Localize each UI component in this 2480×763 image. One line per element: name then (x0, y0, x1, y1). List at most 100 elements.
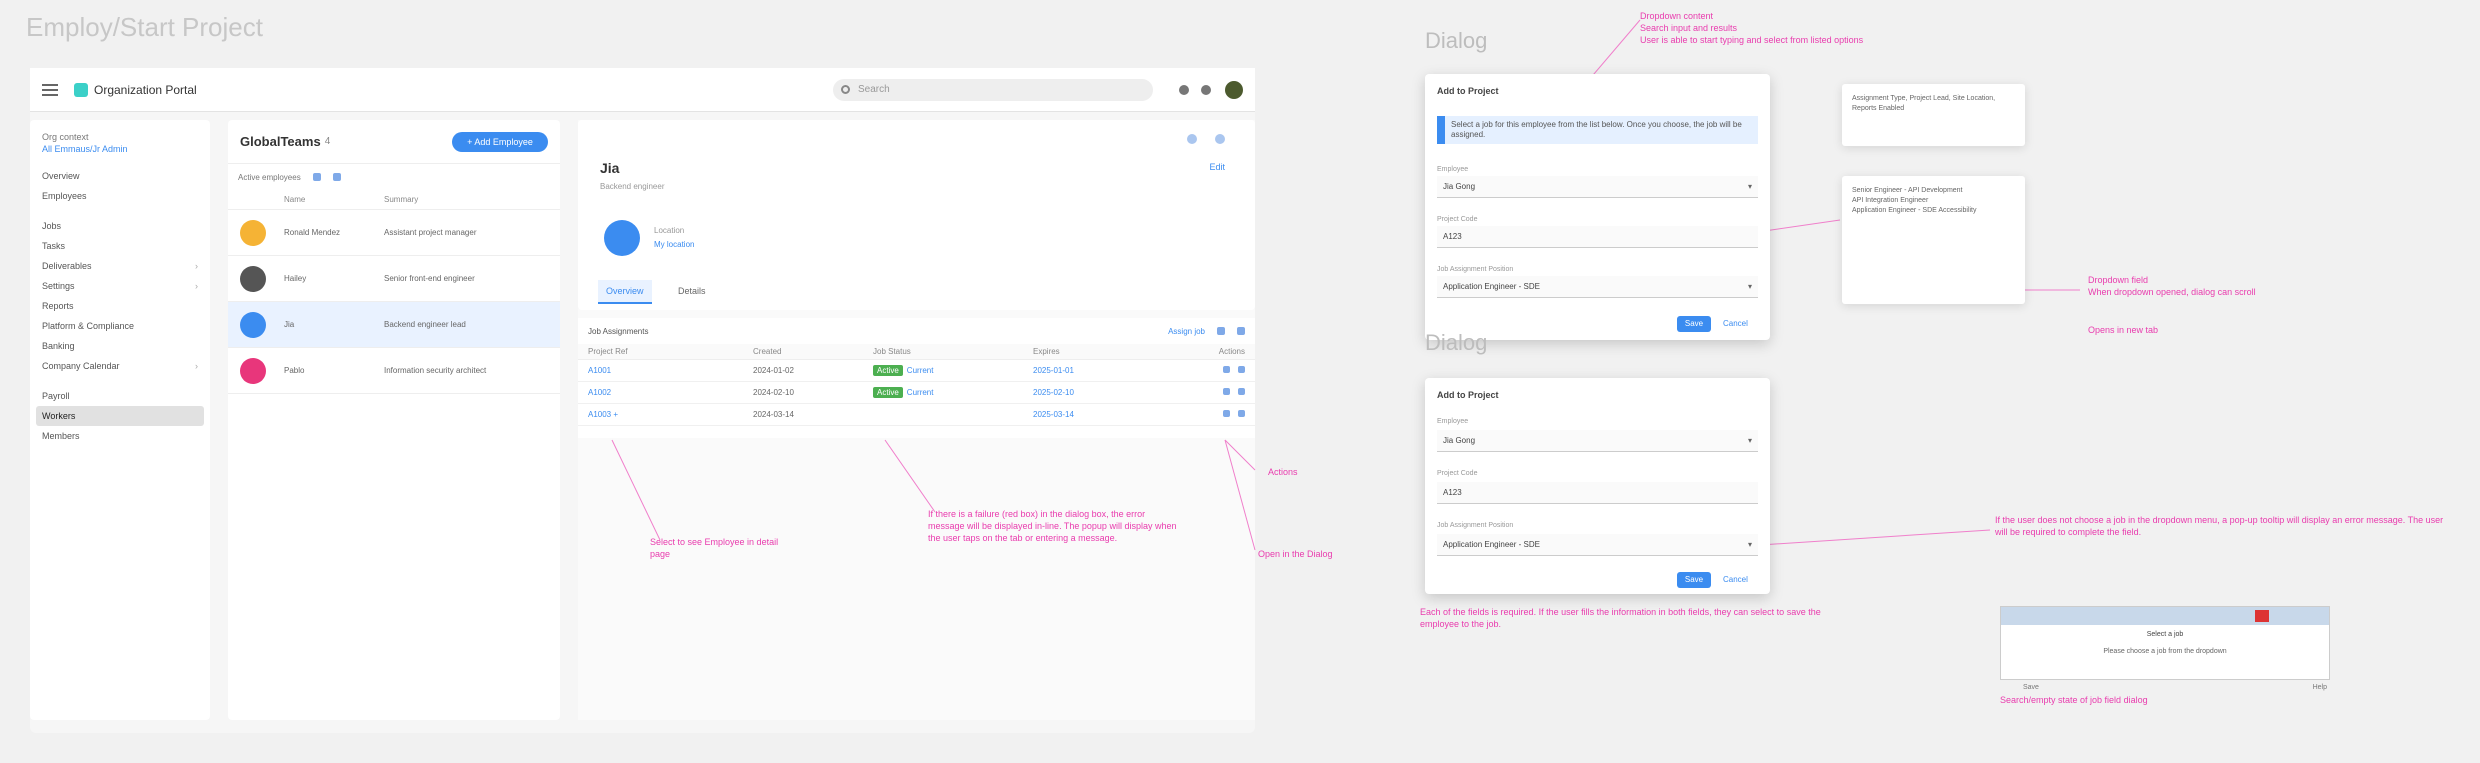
expires-cell[interactable]: 2025-02-10 (1033, 388, 1208, 397)
edit-icon[interactable] (1187, 134, 1197, 144)
field-label: Project Code (1437, 216, 1478, 223)
project-code-field[interactable]: A123 (1437, 482, 1758, 504)
project-ref-link[interactable]: A1003 + (588, 410, 753, 419)
grid-columns: Project Ref Created Job Status Expires A… (578, 344, 1255, 360)
list-item[interactable]: Pablo Information security architect (228, 348, 560, 394)
nav-context-link[interactable]: All Emmaus/Jr Admin (36, 144, 204, 166)
project-ref-link[interactable]: A1001 (588, 366, 753, 375)
edit-icon[interactable] (1223, 410, 1230, 417)
help-icon[interactable] (1201, 84, 1211, 95)
more-icon[interactable] (1215, 134, 1225, 144)
table-row[interactable]: A1001 2024-01-02 Active Current 2025-01-0… (578, 360, 1255, 382)
detail-header-card: Jia Backend engineer Edit Location My lo… (578, 120, 1255, 310)
nav-item[interactable]: Company Calendar › (36, 356, 204, 376)
nav-item[interactable]: Members (36, 426, 204, 446)
nav-item[interactable]: Jobs (36, 216, 204, 236)
delete-icon[interactable] (1238, 366, 1245, 373)
employee-summary: Backend engineer lead (384, 320, 466, 329)
annotation-note: Dropdown field When dropdown opened, dia… (2088, 275, 2256, 297)
employee-detail: Jia Backend engineer Edit Location My lo… (578, 120, 1255, 720)
table-row[interactable]: A1002 2024-02-10 Active Current 2025-02-1… (578, 382, 1255, 404)
project-code-field[interactable]: A123 (1437, 226, 1758, 248)
list-item-selected[interactable]: Jia Backend engineer lead (228, 302, 560, 348)
list-item[interactable]: Ronald Mendez Assistant project manager (228, 210, 560, 256)
settings-icon[interactable] (1237, 327, 1245, 335)
column-header: Expires (1033, 347, 1060, 356)
nav-item[interactable]: Platform & Compliance (36, 316, 204, 336)
dropdown-options[interactable]: Senior Engineer - API Development API In… (1842, 176, 2025, 304)
edit-link[interactable]: Edit (1209, 162, 1225, 172)
column-header: Project Ref (588, 347, 628, 356)
location-value[interactable]: My location (654, 240, 694, 249)
nav-label: Workers (42, 411, 76, 421)
save-button[interactable]: Save (1677, 572, 1711, 588)
menu-icon[interactable] (42, 83, 58, 96)
tab-details[interactable]: Details (670, 280, 714, 302)
delete-icon[interactable] (1238, 388, 1245, 395)
nav-item[interactable]: Settings › (36, 276, 204, 296)
employee-list-panel: GlobalTeams 4 + Add Employee Active empl… (228, 120, 560, 720)
save-button[interactable]: Save (1677, 316, 1711, 332)
filter-icon[interactable] (312, 173, 321, 181)
chevron-right-icon: › (195, 261, 198, 271)
settings-icon[interactable] (1179, 84, 1189, 95)
tab-overview[interactable]: Overview (598, 280, 652, 304)
field-label: Project Code (1437, 470, 1478, 477)
popup-right-label[interactable]: Help (2313, 684, 2327, 691)
dialog-title: Add to Project (1437, 86, 1499, 96)
nav-label: Payroll (42, 391, 70, 401)
avatar (240, 311, 266, 338)
column-header: Actions (1218, 347, 1245, 356)
nav-label: Employees (42, 191, 87, 201)
add-employee-button[interactable]: + Add Employee (452, 131, 548, 152)
status-link[interactable]: Current (907, 388, 934, 397)
nav-item[interactable]: Payroll (36, 386, 204, 406)
nav-item[interactable]: Tasks (36, 236, 204, 256)
nav-label: Platform & Compliance (42, 321, 135, 331)
employee-field[interactable]: Jia Gong (1437, 430, 1758, 452)
row-actions (1208, 388, 1245, 397)
expires-cell[interactable]: 2025-03-14 (1033, 410, 1208, 419)
delete-icon[interactable] (1238, 410, 1245, 417)
created-cell: 2024-02-10 (753, 388, 794, 397)
nav-item[interactable]: Banking (36, 336, 204, 356)
nav-item[interactable]: Deliverables › (36, 256, 204, 276)
grid-title: Job Assignments (588, 326, 649, 336)
project-ref-link[interactable]: A1002 (588, 388, 753, 397)
annotation-note: Opens in new tab (2088, 325, 2159, 335)
cancel-button[interactable]: Cancel (1723, 319, 1748, 328)
column-header: Job Status (873, 347, 911, 356)
logo-icon (74, 82, 88, 97)
close-icon[interactable] (2255, 610, 2269, 622)
job-dropdown[interactable]: Application Engineer - SDE (1437, 534, 1758, 556)
app-mockup: Organization Portal Search Org context A… (30, 68, 1255, 733)
filter-icon[interactable] (1217, 327, 1225, 335)
nav-item[interactable]: Reports (36, 296, 204, 316)
nav-label: Reports (42, 301, 74, 311)
nav-item-active[interactable]: Workers (36, 406, 204, 426)
search-icon (841, 85, 850, 94)
annotation-note: Each of the fields is required. If the u… (1420, 607, 1821, 629)
avatar[interactable] (1225, 80, 1243, 99)
sort-icon[interactable] (332, 173, 341, 181)
list-item[interactable]: Hailey Senior front-end engineer (228, 256, 560, 302)
expires-cell[interactable]: 2025-01-01 (1033, 366, 1208, 375)
location-label: Location (654, 226, 685, 235)
chevron-right-icon: › (195, 361, 198, 371)
status-link[interactable]: Current (907, 366, 934, 375)
nav-label: Members (42, 431, 80, 441)
nav-item[interactable]: Overview (36, 166, 204, 186)
field-label: Job Assignment Position (1437, 522, 1514, 529)
employee-field[interactable]: Jia Gong (1437, 176, 1758, 198)
cancel-button[interactable]: Cancel (1723, 575, 1748, 584)
annotation-note: Dropdown content Search input and result… (1640, 11, 1864, 45)
nav-item[interactable]: Employees (36, 186, 204, 206)
job-dropdown[interactable]: Application Engineer - SDE (1437, 276, 1758, 298)
top-bar: Organization Portal Search (30, 68, 1255, 112)
edit-icon[interactable] (1223, 366, 1230, 373)
popup-left-label[interactable]: Save (2023, 684, 2039, 691)
assign-job-link[interactable]: Assign job (1168, 327, 1205, 336)
edit-icon[interactable] (1223, 388, 1230, 395)
search-input[interactable]: Search (833, 78, 1153, 101)
table-row[interactable]: A1003 + 2024-03-14 2025-03-14 (578, 404, 1255, 426)
